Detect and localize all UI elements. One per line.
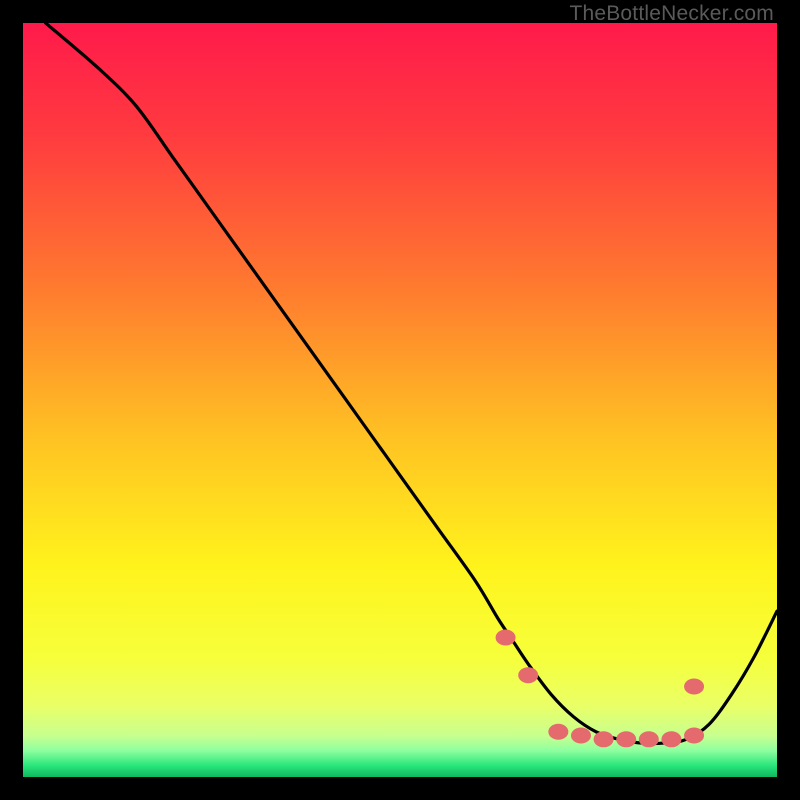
highlight-dot	[548, 724, 568, 740]
gradient-background	[23, 23, 777, 777]
highlight-dot	[684, 728, 704, 744]
highlight-dot	[684, 679, 704, 695]
chart-canvas	[23, 23, 777, 777]
chart-frame	[23, 23, 777, 777]
highlight-dot	[616, 731, 636, 747]
watermark-text: TheBottleNecker.com	[569, 2, 774, 26]
highlight-dot	[496, 630, 516, 646]
highlight-dot	[594, 731, 614, 747]
highlight-dot	[571, 728, 591, 744]
highlight-dot	[661, 731, 681, 747]
highlight-dot	[518, 667, 538, 683]
highlight-dot	[639, 731, 659, 747]
